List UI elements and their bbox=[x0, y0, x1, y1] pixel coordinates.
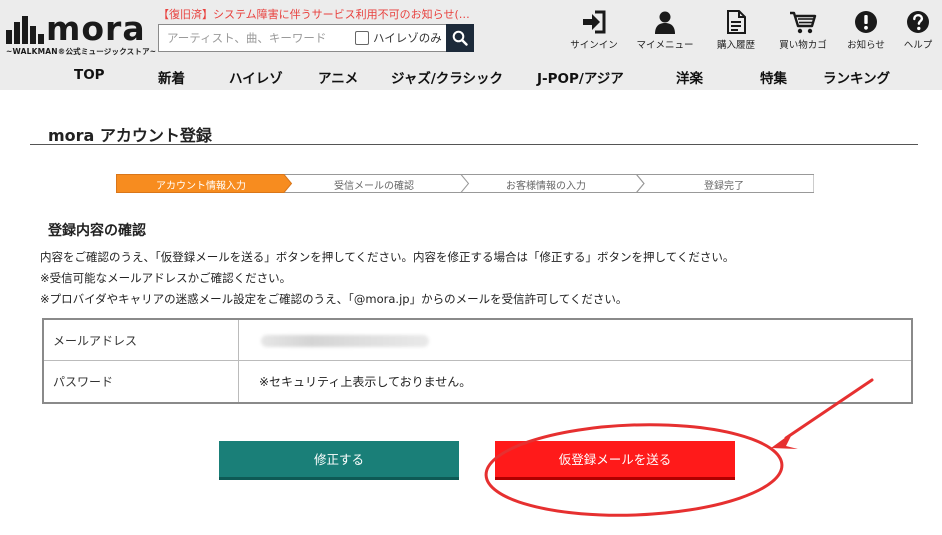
logo-bars-icon bbox=[6, 16, 44, 44]
service-notice-link[interactable]: 【復旧済】システム障害に伴うサービス利用不可のお知らせ(… bbox=[158, 6, 470, 22]
search-icon bbox=[452, 30, 468, 46]
site-header: mora ~WALKMAN®公式ミュージックストア~ 【復旧済】システム障害に伴… bbox=[0, 0, 942, 90]
blurred-email bbox=[261, 335, 429, 347]
email-value bbox=[239, 320, 259, 360]
help-button[interactable]: ヘルプ bbox=[896, 10, 940, 51]
nav-western[interactable]: 洋楽 bbox=[676, 67, 703, 87]
step-customer-info: お客様情報の入力 bbox=[506, 181, 586, 192]
edit-button[interactable]: 修正する bbox=[219, 441, 459, 480]
cart-icon bbox=[790, 11, 817, 34]
nav-top[interactable]: TOP bbox=[74, 67, 105, 83]
description-line-2: ※受信可能なメールアドレスかご確認ください。 bbox=[40, 271, 292, 285]
registration-steps: アカウント情報入力 受信メールの確認 お客様情報の入力 登録完了 bbox=[116, 174, 814, 193]
history-icon bbox=[727, 10, 746, 34]
email-label: メールアドレス bbox=[44, 320, 239, 360]
table-row: パスワード ※セキュリティ上表示しておりません。 bbox=[44, 361, 911, 402]
notice-icon bbox=[855, 11, 877, 33]
nav-jazz-classic[interactable]: ジャズ/クラシック bbox=[391, 67, 503, 87]
nav-new[interactable]: 新着 bbox=[158, 67, 185, 87]
nav-feature[interactable]: 特集 bbox=[760, 67, 787, 87]
description-line-1: 内容をご確認のうえ、「仮登録メールを送る」ボタンを押してください。内容を修正する… bbox=[40, 250, 735, 264]
title-divider bbox=[30, 144, 918, 145]
search-button[interactable] bbox=[446, 24, 474, 52]
section-title: 登録内容の確認 bbox=[48, 223, 146, 239]
page-title: mora アカウント登録 bbox=[48, 126, 212, 145]
mora-logo[interactable]: mora ~WALKMAN®公式ミュージックストア~ bbox=[6, 9, 156, 58]
password-label: パスワード bbox=[44, 361, 239, 402]
nav-ranking[interactable]: ランキング bbox=[823, 67, 890, 87]
mymenu-button[interactable]: マイメニュー bbox=[633, 10, 697, 51]
signin-icon bbox=[583, 10, 606, 34]
mymenu-icon bbox=[655, 11, 675, 34]
main-nav: TOP 新着 ハイレゾ アニメ ジャズ/クラシック J-POP/アジア 洋楽 特… bbox=[0, 62, 942, 90]
search-input[interactable] bbox=[159, 25, 349, 51]
step-mail-confirm: 受信メールの確認 bbox=[334, 181, 414, 192]
purchase-history-button[interactable]: 購入履歴 bbox=[708, 10, 764, 51]
password-value: ※セキュリティ上表示しておりません。 bbox=[259, 375, 472, 389]
annotation-arrow-head bbox=[771, 432, 798, 449]
nav-jpop-asia[interactable]: J-POP/アジア bbox=[537, 67, 624, 87]
hires-only-label: ハイレゾのみ bbox=[373, 31, 442, 45]
step-account-info: アカウント情報入力 bbox=[156, 181, 246, 192]
search-bar: ハイレゾのみ bbox=[158, 24, 474, 52]
send-provisional-mail-button[interactable]: 仮登録メールを送る bbox=[495, 441, 735, 480]
step-complete: 登録完了 bbox=[704, 181, 744, 192]
signin-button[interactable]: サインイン bbox=[566, 10, 622, 51]
confirmation-table: メールアドレス パスワード ※セキュリティ上表示しておりません。 bbox=[42, 318, 913, 404]
table-row: メールアドレス bbox=[44, 320, 911, 361]
logo-tagline: ~WALKMAN®公式ミュージックストア~ bbox=[6, 47, 157, 56]
hires-only-checkbox[interactable] bbox=[355, 31, 369, 45]
help-icon bbox=[907, 11, 929, 33]
description-line-3: ※プロバイダやキャリアの迷惑メール設定をご確認のうえ、「@mora.jp」からの… bbox=[40, 292, 628, 306]
nav-anime[interactable]: アニメ bbox=[318, 67, 358, 87]
nav-hires[interactable]: ハイレゾ bbox=[229, 67, 283, 87]
logo-text: mora bbox=[46, 9, 146, 48]
cart-button[interactable]: 買い物カゴ bbox=[774, 10, 832, 51]
notice-button[interactable]: お知らせ bbox=[840, 10, 892, 51]
